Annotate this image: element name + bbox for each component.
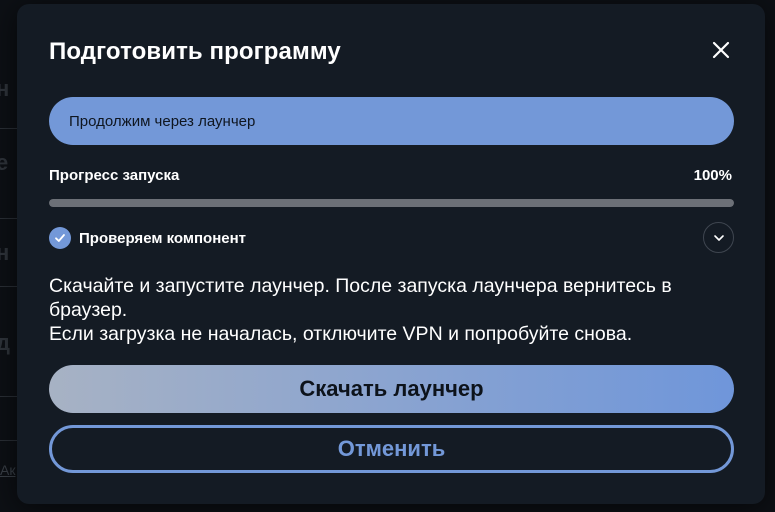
- component-check-row: Проверяем компонент: [49, 226, 246, 250]
- prepare-program-dialog: Подготовить программу Продолжим через ла…: [17, 4, 765, 504]
- download-launcher-button[interactable]: Скачать лаунчер: [49, 365, 734, 413]
- instructions-text: Скачайте и запустите лаунчер. После запу…: [49, 274, 739, 346]
- status-text: Продолжим через лаунчер: [69, 112, 256, 130]
- instructions-line: Скачайте и запустите лаунчер. После запу…: [49, 275, 672, 321]
- close-button[interactable]: [709, 38, 733, 62]
- close-icon: [712, 41, 730, 59]
- expand-details-button[interactable]: [703, 222, 734, 253]
- progress-percent: 100%: [693, 167, 732, 184]
- background-text-fragment: е: [0, 150, 9, 175]
- background-link[interactable]: Ак: [0, 462, 15, 478]
- check-circle-icon: [49, 227, 71, 249]
- dialog-title: Подготовить программу: [49, 38, 341, 65]
- progress-bar-fill: [49, 199, 734, 207]
- cancel-button[interactable]: Отменить: [49, 425, 734, 473]
- instructions-line: Если загрузка не началась, отключите VPN…: [49, 323, 633, 345]
- check-label: Проверяем компонент: [79, 229, 246, 247]
- progress-bar: [49, 199, 734, 207]
- background-text-fragment: д: [0, 330, 10, 355]
- progress-label: Прогресс запуска: [49, 167, 180, 184]
- status-banner: Продолжим через лаунчер: [49, 97, 734, 145]
- chevron-down-icon: [713, 234, 724, 241]
- background-text-fragment: н: [0, 240, 10, 265]
- background-text-fragment: н: [0, 76, 10, 101]
